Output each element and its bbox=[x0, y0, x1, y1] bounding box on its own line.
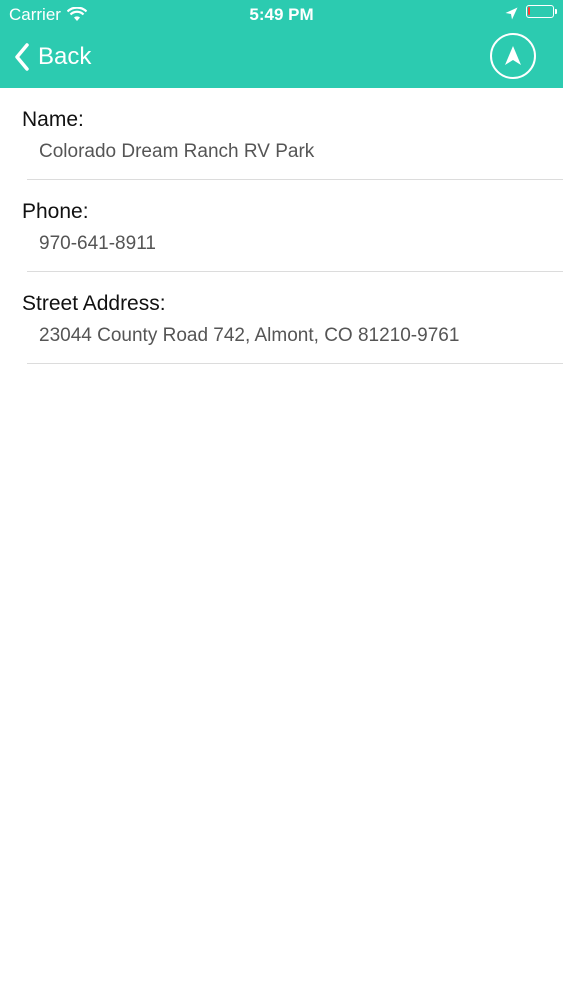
back-label: Back bbox=[38, 43, 92, 70]
navigate-button[interactable] bbox=[490, 33, 536, 79]
row-divider bbox=[27, 363, 563, 364]
chevron-left-icon bbox=[14, 43, 30, 71]
detail-row-phone: Phone: 970-641-8911 bbox=[0, 180, 563, 272]
details-list: Name: Colorado Dream Ranch RV Park Phone… bbox=[0, 88, 563, 364]
location-arrow-icon bbox=[505, 5, 518, 20]
battery-level bbox=[528, 7, 530, 15]
name-label: Name: bbox=[22, 108, 84, 131]
navigation-arrow-icon bbox=[505, 46, 521, 65]
status-right-group bbox=[505, 5, 557, 20]
battery-icon bbox=[526, 5, 557, 18]
address-label: Street Address: bbox=[22, 292, 166, 315]
back-button[interactable]: Back bbox=[14, 40, 91, 74]
name-value: Colorado Dream Ranch RV Park bbox=[39, 141, 315, 162]
phone-value[interactable]: 970-641-8911 bbox=[39, 233, 156, 255]
phone-label: Phone: bbox=[22, 200, 89, 223]
navigation-header: Carrier 5:49 PM Back bbox=[0, 0, 563, 88]
detail-row-address: Street Address: 23044 County Road 742, A… bbox=[0, 272, 563, 364]
detail-row-name: Name: Colorado Dream Ranch RV Park bbox=[0, 88, 563, 180]
status-bar: Carrier 5:49 PM bbox=[0, 0, 563, 30]
address-value[interactable]: 23044 County Road 742, Almont, CO 81210-… bbox=[39, 325, 459, 347]
status-time: 5:49 PM bbox=[249, 5, 314, 24]
